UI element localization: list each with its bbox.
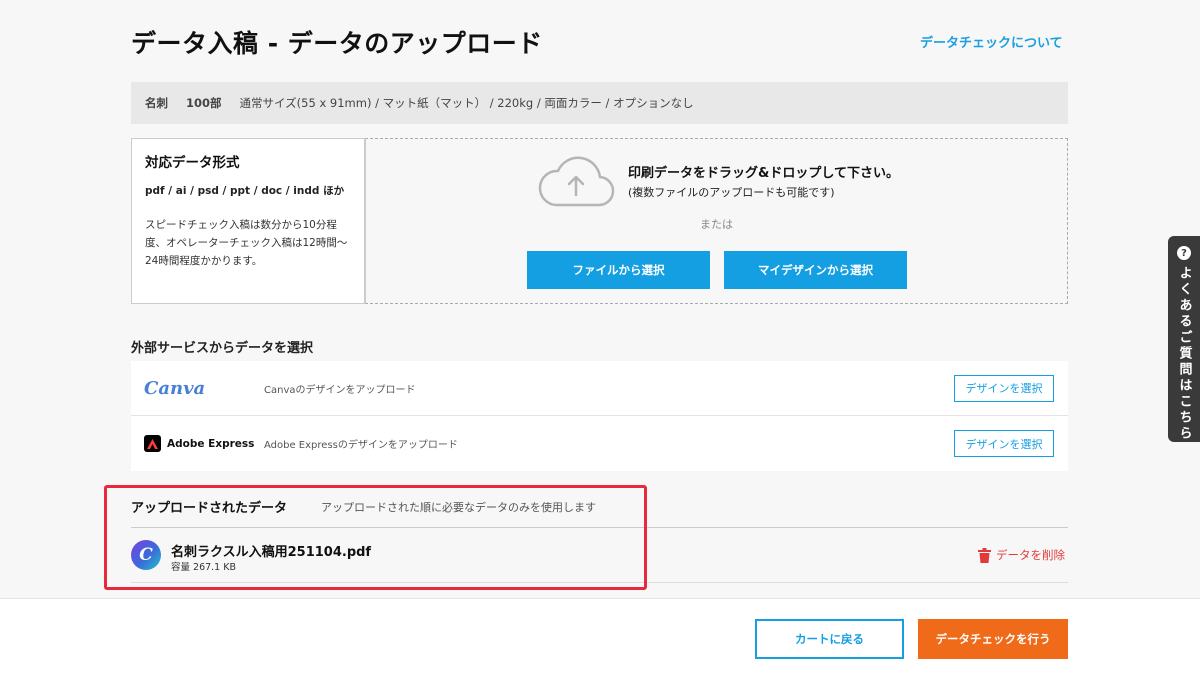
order-summary: 名刺 100部 通常サイズ(55 x 91mm) / マット紙（マット） / 2… — [131, 82, 1068, 124]
faq-label: よくあるご質問はこちら — [1176, 266, 1192, 442]
trash-icon — [978, 547, 991, 563]
product-name: 名刺 — [145, 96, 168, 110]
uploaded-file-row: C 名刺ラクスル入稿用251104.pdf 容量 267.1 KB データを削除 — [131, 528, 1068, 583]
question-icon: ? — [1177, 246, 1191, 260]
canva-logo: Canva — [144, 377, 206, 399]
back-to-cart-button[interactable]: カートに戻る — [755, 619, 904, 659]
delete-data-label: データを削除 — [996, 548, 1065, 562]
footer-bar: カートに戻る データチェックを行う — [0, 598, 1200, 678]
file-dropzone[interactable]: 印刷データをドラッグ&ドロップして下さい。 (複数ファイルのアップロードも可能で… — [365, 138, 1068, 304]
canva-service-row: Canva Canvaのデザインをアップロード デザインを選択 — [131, 361, 1068, 416]
product-spec: 通常サイズ(55 x 91mm) / マット紙（マット） / 220kg / 両… — [239, 96, 694, 110]
adobe-express-select-design-button[interactable]: デザインを選択 — [954, 430, 1054, 457]
uploaded-file-size: 容量 267.1 KB — [171, 562, 236, 573]
external-services-title: 外部サービスからデータを選択 — [131, 341, 314, 356]
data-check-help-link[interactable]: データチェックについて — [920, 32, 1063, 51]
page-title: データ入稿 - データのアップロード — [131, 29, 543, 58]
canva-description: Canvaのデザインをアップロード — [264, 384, 416, 396]
supported-formats-panel: 対応データ形式 pdf / ai / psd / ppt / doc / ind… — [131, 138, 365, 304]
upload-area: 対応データ形式 pdf / ai / psd / ppt / doc / ind… — [131, 138, 1068, 304]
external-services-panel: Canva Canvaのデザインをアップロード デザインを選択 Adobe Ex… — [131, 361, 1068, 471]
uploaded-file-name: 名刺ラクスル入稿用251104.pdf — [171, 545, 372, 560]
select-mydesign-button[interactable]: マイデザインから選択 — [724, 251, 907, 289]
select-file-button[interactable]: ファイルから選択 — [527, 251, 710, 289]
adobe-express-logo: Adobe Express — [144, 435, 254, 452]
canva-select-design-button[interactable]: デザインを選択 — [954, 374, 1054, 402]
uploaded-data-subtitle: アップロードされた順に必要なデータのみを使用します — [321, 501, 596, 514]
adobe-express-logo-text: Adobe Express — [167, 437, 255, 450]
processing-time-note: スピードチェック入稿は数分から10分程度、オペレーターチェック入稿は12時間〜2… — [145, 219, 348, 267]
run-data-check-button[interactable]: データチェックを行う — [918, 619, 1068, 659]
adobe-express-description: Adobe Expressのデザインをアップロード — [264, 440, 458, 451]
adobe-express-icon — [144, 435, 161, 452]
adobe-express-service-row: Adobe Express Adobe Expressのデザインをアップロード … — [131, 416, 1068, 471]
canva-file-icon: C — [131, 540, 161, 570]
supported-formats-title: 対応データ形式 — [145, 155, 240, 171]
uploaded-data-title: アップロードされたデータ — [131, 501, 288, 516]
cloud-upload-icon — [538, 156, 615, 207]
dropzone-main-text: 印刷データをドラッグ&ドロップして下さい。 — [628, 166, 899, 181]
faq-side-tab[interactable]: ? よくあるご質問はこちら — [1168, 236, 1200, 442]
supported-formats-list: pdf / ai / psd / ppt / doc / indd ほか — [145, 185, 345, 197]
dropzone-sub-text: (複数ファイルのアップロードも可能です) — [628, 186, 835, 199]
delete-data-button[interactable]: データを削除 — [978, 547, 1065, 563]
product-quantity: 100部 — [186, 96, 222, 110]
dropzone-or-text: または — [700, 218, 733, 231]
